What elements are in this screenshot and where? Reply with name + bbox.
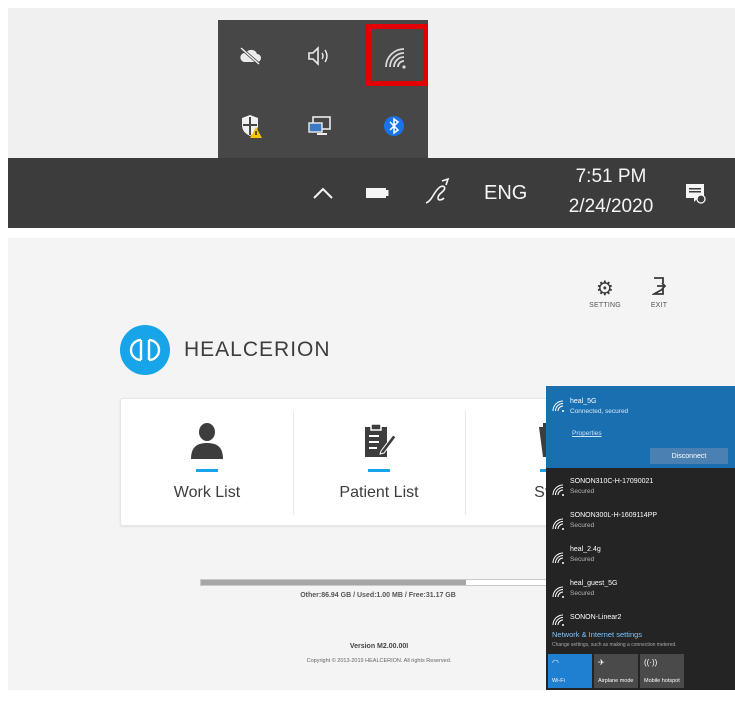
version-label: Version M2.00.00I <box>349 643 409 650</box>
person-icon <box>189 419 225 463</box>
display-icon[interactable] <box>300 106 340 146</box>
brand-header: HEALCERION <box>120 324 331 376</box>
network-name: SONON310C-H-17090021 <box>570 478 654 485</box>
healcerion-logo <box>120 325 170 375</box>
wifi-network-flyout: heal_5G Connected, secured Properties Di… <box>546 386 735 690</box>
work-list-label: Work List <box>173 484 241 501</box>
connected-network-item[interactable]: heal_5G Connected, secured Properties Di… <box>546 386 735 468</box>
work-list-button[interactable]: Work List <box>121 399 293 527</box>
wifi-signal-icon <box>552 586 566 598</box>
storage-usage-text: Other:86.94 GB / Used:1.00 MB / Free:31.… <box>300 592 456 599</box>
storage-usage-bar <box>200 579 560 586</box>
work-list-accent-bar <box>196 469 218 472</box>
network-name: SONON300L-H-1609114PP <box>570 512 658 519</box>
chevron-up-icon[interactable] <box>306 176 340 210</box>
wifi-icon: ◠ <box>552 658 559 667</box>
airplane-icon: ✈ <box>598 658 605 667</box>
wifi-highlight-box <box>366 24 428 86</box>
hotspot-icon: ((·)) <box>644 658 658 667</box>
clipboard-icon <box>361 419 397 463</box>
setting-button[interactable]: ⚙ SETTING <box>580 276 630 309</box>
security-shield-warning-icon[interactable] <box>232 106 272 146</box>
exit-icon <box>634 276 684 302</box>
bluetooth-icon[interactable] <box>374 106 414 146</box>
patient-list-label: Patient List <box>339 484 419 501</box>
setting-label: SETTING <box>589 302 621 309</box>
network-name: heal_2.4g <box>570 546 601 553</box>
speaker-icon[interactable] <box>300 36 340 76</box>
airplane-mode-button[interactable]: ✈ Airplane mode <box>594 654 638 688</box>
network-status: Secured <box>570 556 595 563</box>
network-name: SONON-Linear2 <box>570 614 622 621</box>
taskbar-screenshot: ENG 7:51 PM 2/24/2020 <box>0 0 735 230</box>
network-status: Secured <box>570 522 595 529</box>
brand-name: HEALCERION <box>184 338 331 361</box>
gear-icon: ⚙ <box>595 278 615 300</box>
network-status: Secured <box>570 590 595 597</box>
exit-label: EXIT <box>650 302 668 309</box>
wifi-network-item[interactable]: SONON310C-H-17090021 Secured <box>546 474 735 508</box>
airplane-mode-label: Airplane mode <box>598 678 634 684</box>
clock-time: 7:51 PM <box>575 166 647 187</box>
pen-ink-icon[interactable] <box>418 172 458 212</box>
wifi-network-item[interactable]: SONON300L-H-1609114PP Secured <box>546 508 735 542</box>
input-language-indicator[interactable]: ENG <box>484 176 544 210</box>
battery-icon[interactable] <box>360 176 394 210</box>
wifi-toggle-label: Wi-Fi <box>552 678 565 684</box>
mobile-hotspot-label: Mobile hotspot <box>644 678 680 684</box>
wifi-signal-icon <box>552 400 566 412</box>
wifi-signal-icon <box>552 614 566 626</box>
wifi-signal-icon <box>552 484 566 496</box>
wifi-signal-icon <box>552 552 566 564</box>
network-name: heal_5G <box>570 398 597 405</box>
taskbar: ENG 7:51 PM 2/24/2020 <box>8 158 735 228</box>
patient-list-button[interactable]: Patient List <box>293 399 465 527</box>
wifi-network-item[interactable]: SONON-Linear2 <box>546 608 735 628</box>
properties-link[interactable]: Properties <box>572 430 602 437</box>
storage-usage-fill <box>201 580 466 585</box>
main-menu-card: Work List Patient List Start <box>120 398 590 526</box>
network-status: Connected, secured <box>570 408 629 415</box>
wifi-toggle-button[interactable]: ◠ Wi-Fi <box>548 654 592 688</box>
taskbar-clock[interactable]: 7:51 PM 2/24/2020 <box>556 162 666 222</box>
network-settings-description: Change settings, such as making a connec… <box>552 642 677 648</box>
clock-date: 2/24/2020 <box>568 196 654 217</box>
cloud-offline-icon[interactable] <box>230 36 270 76</box>
patient-list-accent-bar <box>368 469 390 472</box>
wifi-network-item[interactable]: heal_2.4g Secured <box>546 542 735 576</box>
wifi-signal-icon <box>552 518 566 530</box>
copyright-text: Copyright © 2013-2019 HEALCERION. All ri… <box>306 658 452 664</box>
network-name: heal_guest_5G <box>570 580 618 587</box>
network-internet-settings-link[interactable]: Network & Internet settings <box>552 630 642 639</box>
disconnect-button[interactable]: Disconnect <box>650 448 728 464</box>
mobile-hotspot-button[interactable]: ((·)) Mobile hotspot <box>640 654 684 688</box>
exit-button[interactable]: EXIT <box>634 276 684 309</box>
wifi-network-item[interactable]: heal_guest_5G Secured <box>546 576 735 610</box>
action-center-icon[interactable] <box>678 176 712 210</box>
network-status: Secured <box>570 488 595 495</box>
